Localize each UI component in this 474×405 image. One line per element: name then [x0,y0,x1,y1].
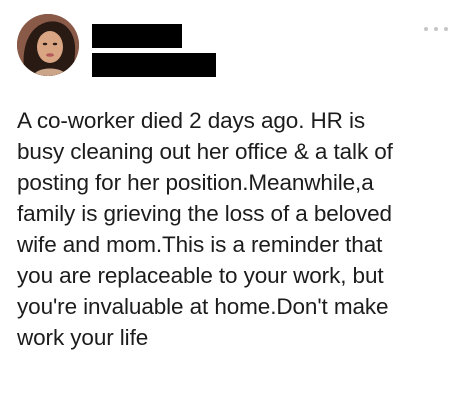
tweet-text-line: you're invaluable at home.Don't make [17,294,389,319]
tweet-text-line: you are replaceable to your work, but [17,263,384,288]
tweet-card: A co-worker died 2 days ago. HR is busy … [0,0,474,405]
profile-photo [17,14,79,76]
redacted-display-name [92,24,182,48]
tweet-text-line: work your life [17,325,149,350]
dot [424,27,428,31]
dot [444,27,448,31]
avatar[interactable] [17,14,79,76]
tweet-text-line: wife and mom.This is a reminder that [17,232,383,257]
more-dots-icon[interactable] [424,24,448,34]
redacted-username [92,53,216,77]
tweet-text-line: family is grieving the loss of a beloved [17,201,392,226]
tweet-text: A co-worker died 2 days ago. HR is busy … [17,105,457,353]
tweet-text-line: A co-worker died 2 days ago. HR is [17,108,366,133]
dot [434,27,438,31]
tweet-text-line: posting for her position.Meanwhile,a [17,170,374,195]
tweet-text-line: busy cleaning out her office & a talk of [17,139,393,164]
